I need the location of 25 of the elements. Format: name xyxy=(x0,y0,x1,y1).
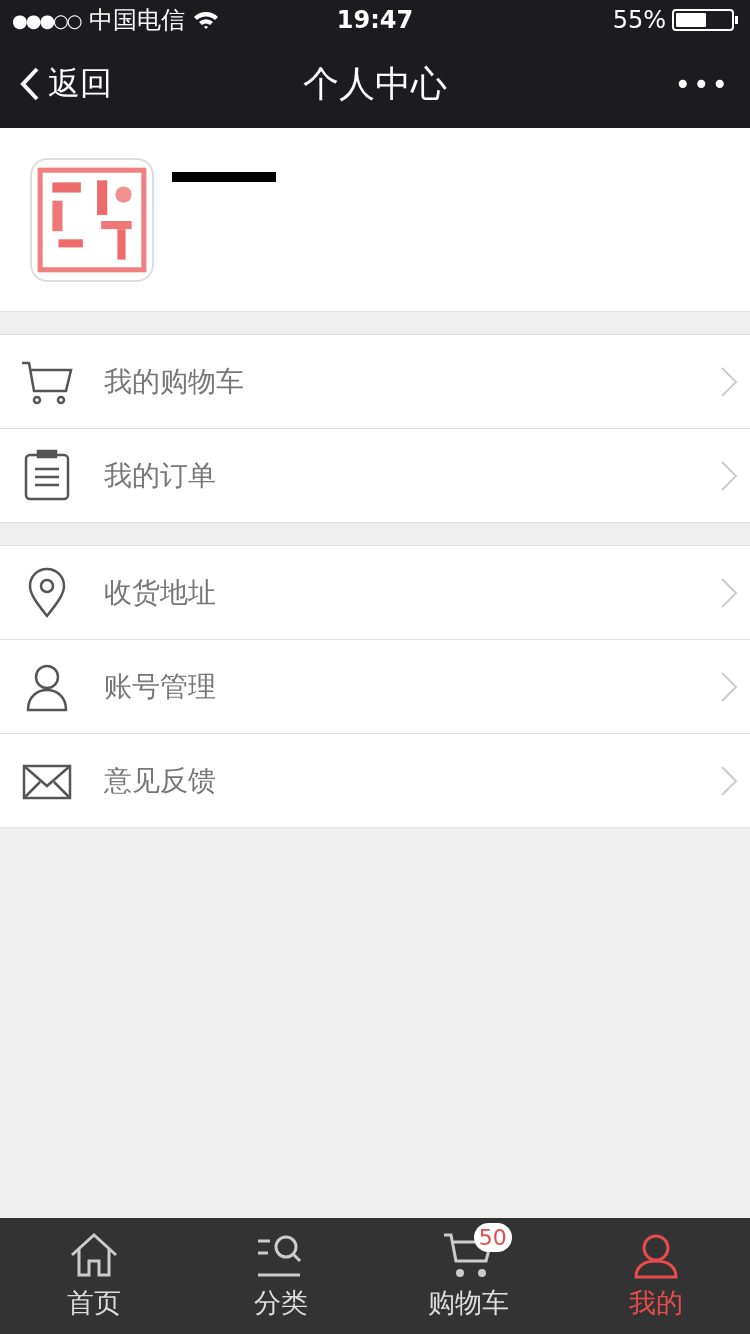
menu-item[interactable]: 账号管理 xyxy=(0,639,750,733)
carrier-name: 中国电信 xyxy=(88,5,185,36)
chevron-right-icon xyxy=(720,670,738,703)
wifi-icon xyxy=(192,10,219,30)
chevron-left-icon xyxy=(20,67,40,101)
tab-item[interactable]: 分类 xyxy=(187,1218,375,1334)
menu-item[interactable]: 我的购物车 xyxy=(0,335,750,428)
back-button[interactable]: 返回 xyxy=(20,62,112,106)
tab-item[interactable]: 我的 xyxy=(562,1218,750,1334)
chevron-right-icon xyxy=(720,576,738,609)
menu-item[interactable]: 我的订单 xyxy=(0,428,750,522)
chevron-right-icon xyxy=(720,365,738,398)
clock-time: 19:47 xyxy=(336,6,414,34)
page-title: 个人中心 xyxy=(303,61,447,106)
battery-icon xyxy=(672,9,734,31)
menu-item[interactable]: 意见反馈 xyxy=(0,733,750,827)
battery-percent: 55% xyxy=(612,6,666,34)
menu-item[interactable]: 收货地址 xyxy=(0,546,750,639)
chevron-right-icon xyxy=(720,459,738,492)
more-button[interactable]: ••• xyxy=(674,67,730,101)
tab-item[interactable]: 50 购物车 xyxy=(375,1218,563,1334)
chevron-right-icon xyxy=(720,764,738,797)
signal-strength: ●●●○○ xyxy=(12,9,81,31)
tab-item[interactable]: 首页 xyxy=(0,1218,188,1334)
count-badge: 50 xyxy=(473,1223,512,1252)
